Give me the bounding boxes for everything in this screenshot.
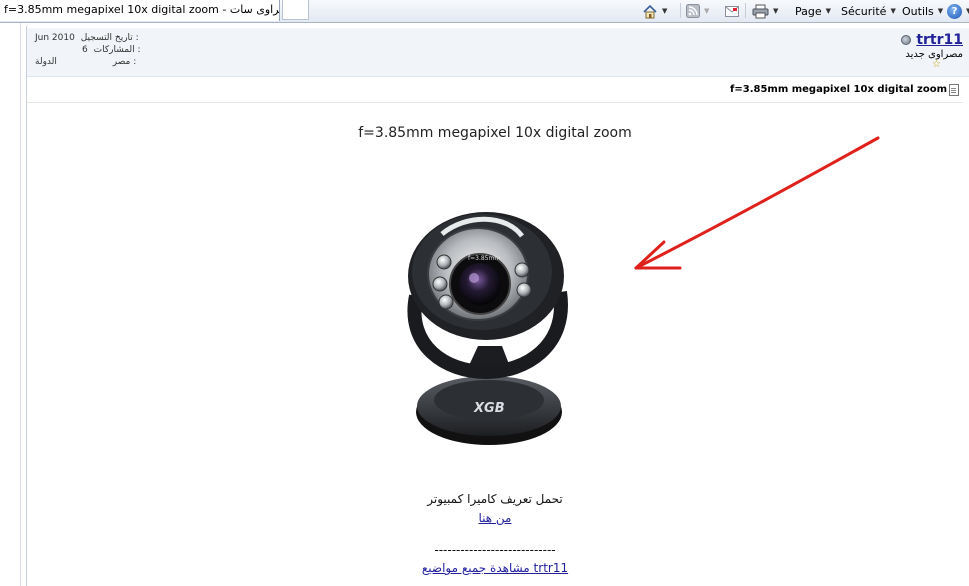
mail-icon bbox=[725, 5, 739, 17]
post-count-value: 6 bbox=[82, 45, 88, 55]
feeds-button[interactable]: ▼ bbox=[686, 0, 709, 22]
chevron-down-icon: ▼ bbox=[825, 7, 832, 15]
toolbar-divider bbox=[680, 3, 681, 18]
star-rating-icon: ☆ bbox=[932, 59, 941, 70]
all-topics-link-text[interactable]: مشاهدة جميع مواضيع trtr11 bbox=[422, 561, 568, 575]
security-menu[interactable]: Sécurité ▼ bbox=[841, 0, 896, 22]
username-link[interactable]: trtr11 bbox=[916, 32, 963, 48]
document-icon bbox=[949, 84, 959, 96]
download-link-text[interactable]: من هنا bbox=[479, 511, 512, 525]
post-count: 6 المشاركات : bbox=[32, 44, 182, 56]
home-button[interactable]: ▼ bbox=[642, 0, 667, 22]
image-caption: تحمل تعريف كاميرا كمبيوتر bbox=[427, 492, 563, 506]
chevron-down-icon: ▼ bbox=[662, 7, 668, 15]
rss-icon bbox=[686, 4, 700, 18]
printer-icon bbox=[752, 4, 769, 18]
post-header: Jun 2010 تاريخ التسجيل : 6 المشاركات : م… bbox=[27, 28, 969, 77]
webcam-illustration: XGB f=3.85mm bbox=[407, 212, 568, 445]
username-row: trtr11 bbox=[901, 32, 963, 48]
page-menu[interactable]: Page ▼ bbox=[795, 0, 831, 22]
tools-menu[interactable]: Outils ▼ bbox=[902, 0, 943, 22]
help-button[interactable]: ? ▼ bbox=[947, 0, 969, 22]
post-title-row: f=3.85mm megapixel 10x digital zoom bbox=[27, 82, 963, 103]
new-tab-button[interactable] bbox=[282, 0, 309, 20]
join-date: Jun 2010 تاريخ التسجيل : bbox=[32, 32, 182, 44]
country-value: مصر bbox=[112, 57, 131, 67]
user-block: trtr11 مصراوى جديد ☆ bbox=[901, 32, 963, 70]
registration-info: Jun 2010 تاريخ التسجيل : 6 المشاركات : م… bbox=[32, 32, 182, 68]
home-icon bbox=[643, 4, 657, 18]
post-title: f=3.85mm megapixel 10x digital zoom bbox=[730, 84, 947, 95]
chevron-down-icon: ▼ bbox=[937, 7, 944, 15]
security-menu-label: Sécurité bbox=[841, 4, 887, 18]
chevron-down-icon: ▼ bbox=[773, 7, 779, 15]
print-button[interactable]: ▼ bbox=[752, 0, 778, 22]
post-count-label: المشاركات : bbox=[93, 45, 141, 55]
country: مصر الدولة : bbox=[32, 56, 182, 68]
toolbar-divider bbox=[745, 3, 746, 18]
page-menu-label: Page bbox=[795, 4, 822, 18]
chevron-down-icon: ▼ bbox=[704, 7, 710, 15]
mail-button[interactable] bbox=[725, 0, 740, 22]
tools-menu-label: Outils bbox=[902, 4, 934, 18]
webcam-image: XGB f=3.85mm bbox=[346, 176, 646, 476]
separator-line: ---------------------------- bbox=[434, 543, 556, 557]
download-link[interactable]: من هنا bbox=[27, 511, 963, 525]
page-left-gutter bbox=[0, 23, 21, 586]
browser-toolbar: f=3.85mm megapixel 10x digital zoom - مص… bbox=[0, 0, 969, 23]
offline-status-icon bbox=[901, 35, 912, 45]
all-topics-link[interactable]: مشاهدة جميع مواضيع trtr11 bbox=[27, 561, 963, 575]
lens-label: f=3.85mm bbox=[468, 255, 500, 262]
join-date-label: تاريخ التسجيل : bbox=[80, 33, 139, 43]
join-date-value: Jun 2010 bbox=[35, 33, 75, 43]
help-icon: ? bbox=[947, 3, 962, 19]
brand-logo: XGB bbox=[473, 401, 505, 416]
browser-tab[interactable]: f=3.85mm megapixel 10x digital zoom - مص… bbox=[0, 0, 280, 21]
chevron-down-icon: ▼ bbox=[890, 7, 896, 15]
red-arrow-annotation bbox=[634, 136, 880, 270]
